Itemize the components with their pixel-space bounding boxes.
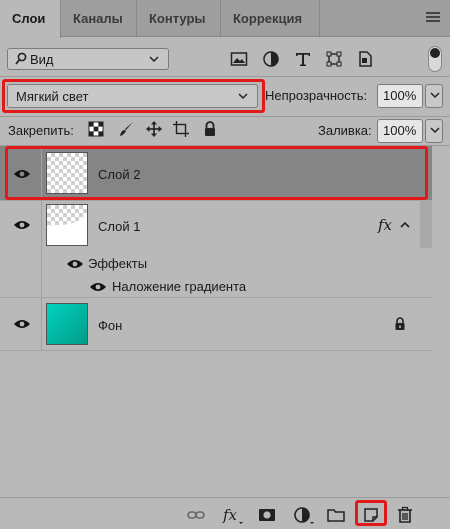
adjustment-layer-icon[interactable] [293, 506, 315, 524]
eye-icon[interactable] [13, 318, 31, 330]
fill-input[interactable]: 100% [377, 119, 423, 143]
smart-object-filter-icon[interactable] [356, 50, 374, 68]
lock-image-pixels-icon[interactable] [118, 121, 134, 137]
lock-icon[interactable] [394, 317, 406, 331]
effect-gradient-overlay[interactable]: Наложение градиента [112, 279, 246, 294]
eye-icon[interactable] [13, 168, 31, 180]
add-mask-icon[interactable] [258, 506, 276, 524]
lock-all-icon[interactable] [202, 121, 218, 137]
type-filter-icon[interactable] [294, 50, 312, 68]
fill-label: Заливка: [318, 123, 372, 138]
opacity-dropdown[interactable] [425, 84, 443, 108]
adjustment-filter-icon[interactable] [262, 50, 280, 68]
blend-mode-value: Мягкий свет [16, 89, 89, 104]
divider [0, 76, 450, 77]
divider [0, 116, 450, 117]
trash-icon[interactable] [396, 506, 414, 524]
layers-scrollbar[interactable] [420, 200, 432, 248]
tab-paths[interactable]: Контуры [137, 0, 221, 37]
layers-bottom-toolbar: fx [0, 497, 450, 529]
visibility-cell [0, 201, 42, 297]
new-layer-icon[interactable] [362, 506, 380, 524]
tab-channels[interactable]: Каналы [61, 0, 137, 37]
eye-icon[interactable] [66, 258, 84, 270]
blend-mode-select[interactable]: Мягкий свет [7, 84, 258, 108]
eye-icon[interactable] [13, 219, 31, 231]
shape-filter-icon[interactable] [325, 50, 343, 68]
layer-filter-label: Вид [30, 52, 54, 67]
tab-adjustments[interactable]: Коррекция [221, 0, 320, 37]
fx-icon[interactable]: fx [378, 216, 392, 234]
eye-icon[interactable] [89, 281, 107, 293]
layer-filter-select[interactable]: Вид [7, 48, 169, 70]
folder-icon[interactable] [327, 506, 345, 524]
layers-panel: Слои Каналы Контуры Коррекция Вид Мягкий… [0, 0, 450, 529]
image-filter-icon[interactable] [230, 50, 248, 68]
panel-tab-bar: Слои Каналы Контуры Коррекция [0, 0, 450, 38]
chevron-down-icon [238, 93, 248, 100]
layer-row-background[interactable]: Фон [0, 298, 432, 351]
lock-transparent-pixels-icon[interactable] [88, 121, 104, 137]
chevron-down-icon [430, 127, 440, 134]
layer-thumbnail[interactable] [46, 152, 88, 194]
filter-toggle[interactable] [428, 46, 442, 72]
svg-text:fx: fx [222, 506, 238, 524]
chevron-down-icon [430, 92, 440, 99]
layer-thumbnail[interactable] [46, 204, 88, 246]
fx-icon[interactable]: fx [222, 506, 244, 524]
effects-label[interactable]: Эффекты [88, 256, 147, 271]
chevron-down-icon [149, 56, 159, 63]
layer-name[interactable]: Фон [98, 318, 122, 333]
lock-position-icon[interactable] [146, 121, 162, 137]
tab-layers[interactable]: Слои [0, 0, 61, 38]
layer-1-thumbnail-art [47, 205, 87, 226]
layer-name[interactable]: Слой 1 [98, 219, 140, 234]
opacity-input[interactable]: 100% [377, 84, 423, 108]
fill-dropdown[interactable] [425, 119, 443, 143]
layer-row-layer-2[interactable]: Слой 2 [0, 146, 432, 201]
search-icon [15, 52, 27, 65]
link-icon[interactable] [187, 506, 205, 524]
layer-thumbnail[interactable] [46, 303, 88, 345]
panel-menu-icon[interactable] [426, 12, 440, 22]
collapse-effects-icon[interactable] [400, 220, 410, 230]
lock-artboard-icon[interactable] [173, 121, 189, 137]
layer-name[interactable]: Слой 2 [98, 167, 140, 182]
layer-row-layer-1[interactable]: Слой 1 fx Эффекты Наложение градиента [0, 201, 432, 298]
lock-label: Закрепить: [8, 123, 74, 138]
opacity-label: Непрозрачность: [265, 88, 368, 103]
